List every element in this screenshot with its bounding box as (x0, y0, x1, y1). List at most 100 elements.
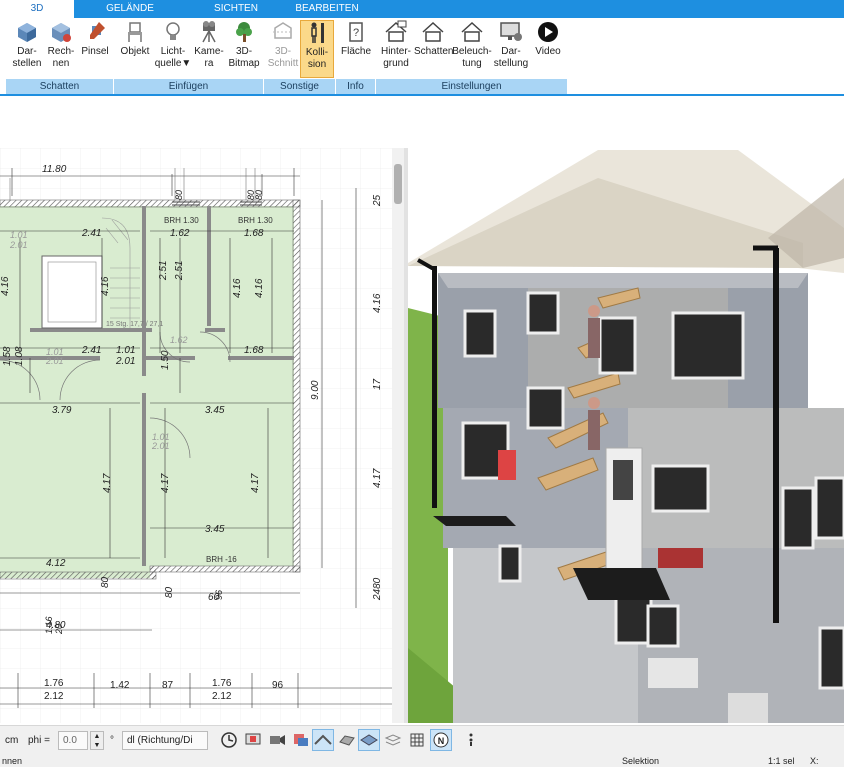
beleuchtung-button[interactable]: Beleuch- tung (452, 20, 492, 78)
ribbon-bottom-border (0, 94, 844, 96)
tab-sichten[interactable]: SICHTEN (186, 0, 286, 18)
kollision-button[interactable]: Kolli- sion (300, 20, 334, 78)
dim-label: 3.79 (52, 405, 72, 416)
status-mode: Selektion (622, 756, 660, 766)
grid-icon[interactable] (406, 729, 428, 751)
direction-select[interactable] (122, 731, 208, 750)
dim-label: 1.58 (2, 346, 13, 366)
dim-label: 1.68 (244, 345, 264, 356)
dim-label: 2.12 (44, 691, 64, 702)
phi-input[interactable] (58, 731, 88, 750)
area-info-icon: ? (349, 22, 363, 42)
dim-label: 4.17 (250, 473, 261, 493)
clock-icon[interactable] (218, 729, 240, 751)
dim-label: 4.16 (254, 278, 265, 298)
group-label-einfuegen: Einfügen (114, 79, 264, 94)
dim-label: 80 (254, 190, 264, 200)
3d-house-view[interactable] (408, 148, 844, 723)
section-cut-icon (273, 22, 293, 39)
dim-label: 3.45 (205, 524, 225, 535)
floor-plan-view[interactable]: 11.80 2.41 1.62 1.68 2.41 1.01 1.68 3.79… (0, 148, 392, 723)
dim-label: 25 (372, 194, 383, 207)
house-rendering (408, 150, 844, 723)
light-bulb-icon (166, 22, 180, 40)
ribbon-tab-bar: 3D GELÄNDE SICHTEN BEARBEITEN (0, 0, 844, 18)
layers-icon[interactable] (290, 729, 312, 751)
dim-label: 4.16 (0, 276, 11, 296)
camera-tripod-icon (202, 21, 216, 43)
dim-top-total: 11.80 (42, 164, 67, 175)
dim-label: 1.08 (14, 346, 25, 366)
status-bar: nnen Selektion 1:1 sel X: (0, 755, 844, 767)
dim-label: 2.01 (151, 441, 170, 451)
group-label-einstellungen: Einstellungen (376, 79, 568, 94)
dim-label: 80 (100, 576, 111, 588)
lichtquelle-button[interactable]: Licht- quelle▼ (154, 20, 192, 78)
kamera-button[interactable]: Kame- ra (192, 20, 226, 78)
bitmap-button[interactable]: 3D- Bitmap (226, 20, 262, 78)
svg-text:?: ? (353, 27, 359, 39)
group-info: ? Fläche Info (336, 18, 376, 94)
dim-label: 1.62 (170, 228, 190, 239)
dim-label: 2.01 (45, 356, 64, 366)
play-video-icon (538, 22, 558, 42)
group-sonstige: 3D- Schnitt Kolli- sion Sonstige (264, 18, 336, 94)
group-schatten: Dar- stellen Rech- nen Pinsel Schatten (6, 18, 114, 94)
plan-vertical-scrollbar[interactable] (392, 148, 404, 723)
dim-label: 2.12 (212, 691, 232, 702)
dim-label: 4.17 (102, 473, 113, 493)
hintergrund-button[interactable]: Hinter- grund (378, 20, 414, 78)
north-icon[interactable]: N (430, 729, 452, 751)
floor-plane-icon[interactable] (358, 729, 380, 751)
status-left-text: nnen (2, 756, 23, 766)
more-options-icon[interactable] (460, 729, 482, 751)
floor-plan-canvas: 11.80 2.41 1.62 1.68 2.41 1.01 1.68 3.79… (0, 148, 392, 723)
rechnen-button[interactable]: Rech- nen (44, 20, 78, 78)
tree-icon (236, 22, 252, 42)
cube-calc-icon (52, 23, 71, 42)
window-sill-label: BRH -16 (206, 555, 237, 564)
cube-render-icon (18, 23, 36, 42)
unit-label: cm (5, 735, 19, 746)
schatten-settings-button[interactable]: Schatten (414, 20, 453, 78)
scrollbar-thumb[interactable] (394, 164, 402, 204)
group-label-sonstige: Sonstige (264, 79, 336, 94)
monitor-icon[interactable] (242, 729, 264, 751)
dim-label: 1.01 (10, 230, 28, 240)
dim-label: 1.76 (44, 678, 64, 689)
dim-label: 1.16 (44, 616, 54, 634)
tab-3d[interactable]: 3D (0, 0, 74, 18)
monitor-settings-icon (500, 22, 522, 41)
dim-label: 17 (372, 378, 383, 390)
dim-label: 3.45 (205, 405, 225, 416)
stack-icon[interactable] (382, 729, 404, 751)
schnitt-button[interactable]: 3D- Schnitt (266, 20, 300, 78)
dim-label: 4.17 (160, 473, 171, 493)
dim-label: 2.41 (81, 228, 101, 239)
dim-label: 80 (164, 586, 175, 598)
dim-label: 4.17 (372, 468, 383, 488)
dim-label: 1.01 (116, 345, 135, 356)
wireframe-icon[interactable] (336, 729, 358, 751)
dim-label: 96 (272, 680, 284, 691)
camera-view-icon[interactable] (266, 729, 288, 751)
dim-label: 1.68 (244, 228, 264, 239)
dim-label: 4.16 (100, 276, 111, 296)
objekt-button[interactable]: Objekt (116, 20, 154, 78)
phi-label: phi = (28, 735, 50, 746)
dim-label: 4.12 (46, 558, 66, 569)
darstellung-button[interactable]: Dar- stellung (492, 20, 530, 78)
pinsel-button[interactable]: Pinsel (78, 20, 112, 78)
darstellen-button[interactable]: Dar- stellen (10, 20, 44, 78)
video-button[interactable]: Video (530, 20, 566, 78)
dim-label: 1.62 (170, 335, 188, 345)
window-sill-label: BRH 1.30 (238, 216, 273, 225)
group-label-schatten: Schatten (6, 79, 114, 94)
flaeche-button[interactable]: ? Fläche (338, 20, 374, 78)
dim-label: 2.41 (81, 345, 101, 356)
walk-mode-icon[interactable] (312, 729, 334, 751)
phi-stepper[interactable]: ▲ ▼ (90, 731, 104, 750)
tab-gelaende[interactable]: GELÄNDE (74, 0, 186, 18)
tab-bearbeiten[interactable]: BEARBEITEN (286, 0, 368, 18)
dim-label: 80 (174, 190, 184, 200)
